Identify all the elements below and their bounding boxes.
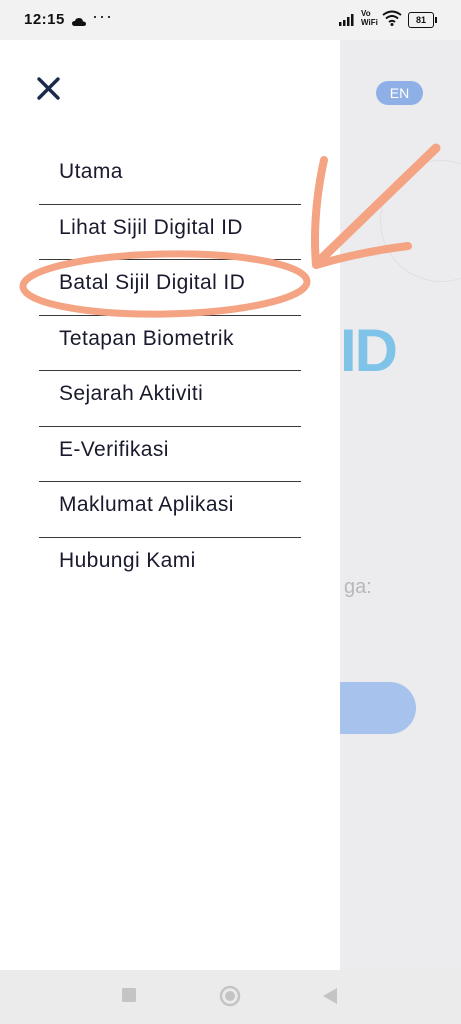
- circle-icon: [219, 985, 241, 1007]
- menu-item-lihat-sijil[interactable]: Lihat Sijil Digital ID: [39, 205, 301, 260]
- background-app: EN ID ga:: [340, 40, 461, 970]
- menu-item-tetapan-biometrik[interactable]: Tetapan Biometrik: [39, 316, 301, 371]
- status-time: 12:15: [24, 11, 65, 28]
- app-logo-fragment: ID: [340, 317, 398, 384]
- vowifi-top-label: Vo: [361, 9, 371, 18]
- drawer-menu: Utama Lihat Sijil Digital ID Batal Sijil…: [39, 149, 301, 593]
- system-nav-bar: [0, 970, 461, 1024]
- battery-indicator: 81: [408, 12, 437, 28]
- close-icon: [37, 77, 60, 100]
- menu-item-utama[interactable]: Utama: [39, 149, 301, 205]
- signal-icon: [339, 12, 357, 30]
- background-button[interactable]: [340, 682, 416, 734]
- menu-item-e-verifikasi[interactable]: E-Verifikasi: [39, 427, 301, 482]
- wifi-icon: [382, 10, 402, 30]
- recent-apps-button[interactable]: [121, 987, 137, 1008]
- close-button[interactable]: [34, 74, 64, 104]
- home-button[interactable]: [219, 985, 241, 1012]
- menu-item-batal-sijil[interactable]: Batal Sijil Digital ID: [39, 260, 301, 316]
- square-icon: [122, 988, 136, 1002]
- navigation-drawer: Utama Lihat Sijil Digital ID Batal Sijil…: [0, 40, 340, 970]
- cloud-icon: [72, 14, 86, 31]
- triangle-back-icon: [323, 988, 337, 1004]
- menu-item-maklumat-aplikasi[interactable]: Maklumat Aplikasi: [39, 482, 301, 538]
- back-button[interactable]: [322, 987, 338, 1010]
- menu-item-hubungi-kami[interactable]: Hubungi Kami: [39, 538, 301, 594]
- background-decoration: [380, 160, 461, 282]
- vowifi-indicator: Vo WiFi: [361, 9, 378, 27]
- menu-item-sejarah-aktiviti[interactable]: Sejarah Aktiviti: [39, 371, 301, 427]
- status-bar: 12:15 ··· Vo WiFi 81: [0, 0, 461, 40]
- vowifi-bottom-label: WiFi: [361, 18, 378, 27]
- language-toggle[interactable]: EN: [376, 81, 423, 105]
- more-notifications-icon: ···: [92, 6, 113, 26]
- background-text-fragment: ga:: [344, 576, 372, 598]
